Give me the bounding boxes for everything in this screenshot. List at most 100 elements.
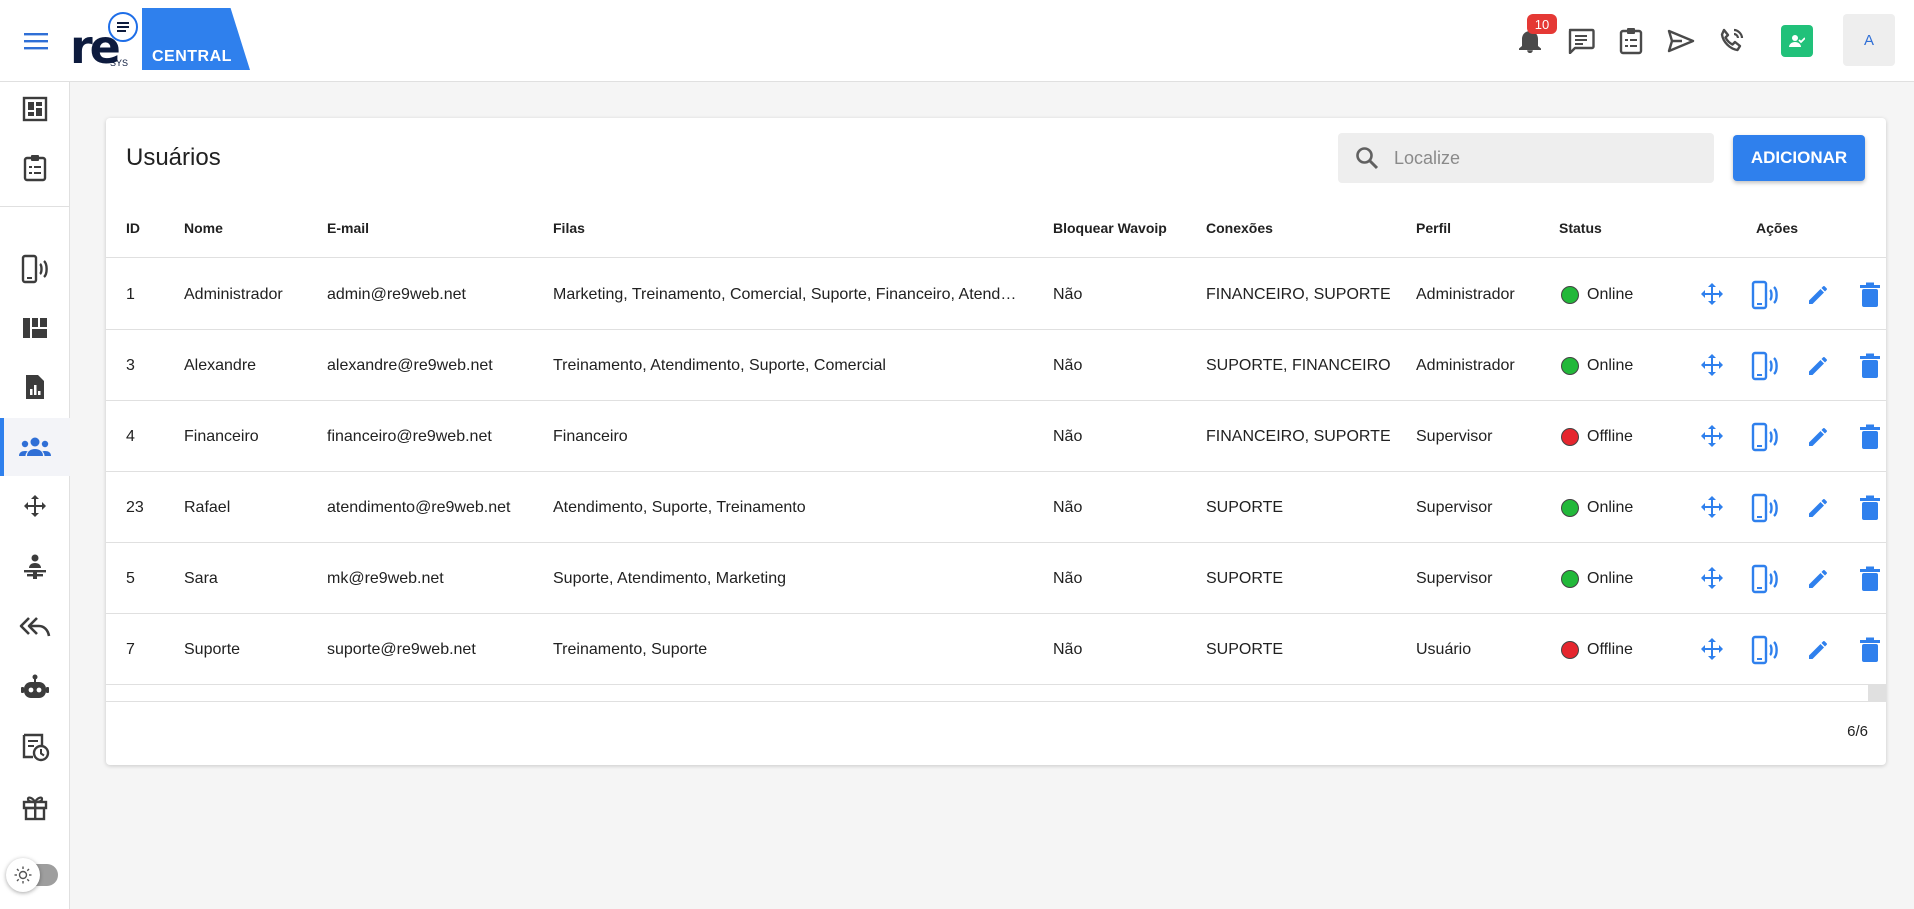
schedule-icon (22, 733, 50, 762)
footer-divider (106, 701, 1886, 702)
trash-icon (1860, 495, 1880, 520)
horizontal-scrollbar[interactable] (1868, 684, 1886, 701)
cell-name: Rafael (184, 499, 231, 516)
connection-button[interactable] (1749, 563, 1781, 595)
delete-button[interactable] (1854, 350, 1886, 382)
cell-block-wavoip: Não (1053, 428, 1083, 445)
connection-button[interactable] (1749, 492, 1781, 524)
edit-button[interactable] (1802, 492, 1834, 524)
cell-queues: Treinamento, Suporte (553, 641, 708, 658)
phone-button[interactable] (1712, 22, 1750, 60)
status-dot (1561, 640, 1579, 659)
move-button[interactable] (1696, 563, 1728, 595)
notifications-badge: 10 (1527, 14, 1557, 34)
cell-queues: Financeiro (553, 428, 628, 445)
status-label: Online (1587, 286, 1634, 303)
move-button[interactable] (1696, 350, 1728, 382)
connection-button[interactable] (1749, 421, 1781, 453)
sidebar-item-bot[interactable] (0, 658, 70, 716)
move-button[interactable] (1696, 421, 1728, 453)
move-button[interactable] (1696, 279, 1728, 311)
cell-name: Alexandre (184, 357, 257, 374)
sidebar-item-attendance[interactable] (0, 538, 70, 596)
edit-button[interactable] (1802, 350, 1834, 382)
logo-sub: SYS (110, 58, 129, 68)
connection-button[interactable] (1749, 634, 1781, 666)
delete-button[interactable] (1854, 634, 1886, 666)
sidebar-item-panel[interactable] (0, 299, 70, 357)
column-name: Nome (184, 220, 223, 236)
sidebar-item-schedule[interactable] (0, 718, 70, 776)
send-button[interactable] (1662, 22, 1700, 60)
delete-button[interactable] (1854, 563, 1886, 595)
connection-button[interactable] (1749, 279, 1781, 311)
quick-replies-icon (19, 617, 51, 637)
theme-toggle[interactable] (6, 858, 66, 892)
sidebar-item-quick-replies[interactable] (0, 598, 70, 656)
edit-button[interactable] (1802, 421, 1834, 453)
contact-button[interactable] (1781, 25, 1813, 57)
status-dot (1561, 356, 1579, 375)
trash-icon (1860, 637, 1880, 662)
cell-queues: Marketing, Treinamento, Comercial, Supor… (553, 286, 1017, 303)
chat-icon (1568, 28, 1595, 54)
cell-id: 3 (126, 357, 135, 374)
cell-email: atendimento@re9web.net (327, 499, 511, 516)
move-button[interactable] (1696, 634, 1728, 666)
delete-button[interactable] (1854, 279, 1886, 311)
move-button[interactable] (1696, 492, 1728, 524)
avatar[interactable]: A (1843, 14, 1895, 66)
top-bar: re SYS CENTRAL 10 A (0, 0, 1914, 82)
cell-block-wavoip: Não (1053, 286, 1083, 303)
edit-button[interactable] (1802, 634, 1834, 666)
cell-name: Sara (184, 570, 218, 587)
pencil-icon (1809, 428, 1827, 446)
move-icon (1701, 496, 1723, 518)
sidebar-item-tasks[interactable] (0, 139, 70, 197)
sidebar-item-dashboard[interactable] (0, 80, 70, 138)
pagination-count: 6/6 (1847, 723, 1868, 740)
status-dot (1561, 569, 1579, 588)
add-user-button[interactable]: ADICIONAR (1733, 135, 1865, 181)
cell-block-wavoip: Não (1053, 499, 1083, 516)
cell-status: Offline (1561, 401, 1681, 472)
status-dot (1561, 427, 1579, 446)
connections-icon (21, 254, 48, 284)
edit-button[interactable] (1802, 279, 1834, 311)
cell-profile: Supervisor (1416, 428, 1493, 445)
cell-queues: Suporte, Atendimento, Marketing (553, 570, 787, 587)
chat-button[interactable] (1562, 22, 1600, 60)
cell-name: Suporte (184, 641, 241, 658)
cell-profile: Administrador (1416, 357, 1515, 374)
cell-status: Online (1561, 330, 1681, 401)
phone-connection-icon (1751, 422, 1778, 452)
search-input[interactable] (1394, 147, 1684, 169)
cell-name: Financeiro (184, 428, 259, 445)
pencil-icon (1809, 641, 1827, 659)
phone-connection-icon (1751, 564, 1778, 594)
phone-connection-icon (1751, 493, 1778, 523)
sidebar-item-users[interactable] (0, 418, 70, 476)
search-box[interactable] (1338, 133, 1714, 183)
sidebar-item-connections[interactable] (0, 240, 70, 298)
sidebar-item-queues[interactable] (0, 478, 70, 536)
tasks-button[interactable] (1612, 22, 1650, 60)
sun-icon (6, 858, 40, 892)
notifications-button[interactable]: 10 (1511, 14, 1557, 60)
table-row: 4 Financeiro financeiro@re9web.net Finan… (106, 401, 1886, 472)
status-label: Online (1587, 499, 1634, 516)
move-icon (1701, 425, 1723, 447)
menu-button[interactable] (18, 24, 54, 58)
edit-button[interactable] (1802, 563, 1834, 595)
sidebar-divider (0, 206, 70, 207)
cell-connections: SUPORTE, FINANCEIRO (1206, 357, 1391, 374)
pencil-icon (1809, 499, 1827, 517)
delete-button[interactable] (1854, 492, 1886, 524)
dashboard-icon (22, 96, 48, 122)
delete-button[interactable] (1854, 421, 1886, 453)
connection-button[interactable] (1749, 350, 1781, 382)
sidebar-item-gift[interactable] (0, 778, 70, 836)
trash-icon (1860, 424, 1880, 449)
sidebar-item-reports[interactable] (0, 358, 70, 416)
cell-email: financeiro@re9web.net (327, 428, 492, 445)
